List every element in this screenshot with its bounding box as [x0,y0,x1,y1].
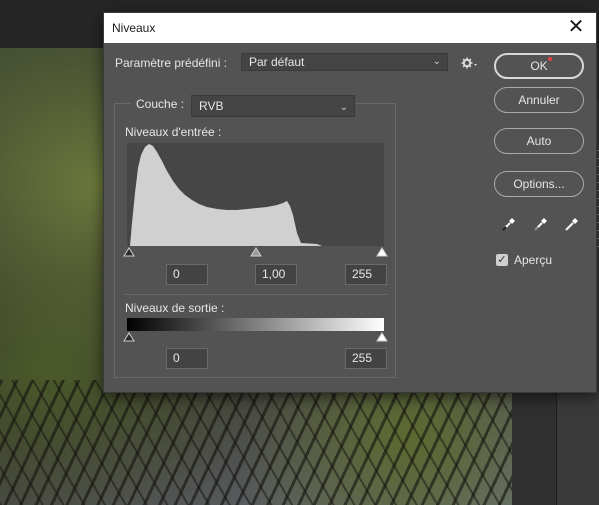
input-white-field[interactable]: 255 [345,264,387,285]
dialog-title: Niveaux [112,21,156,35]
auto-button[interactable]: Auto [494,128,584,154]
cancel-button[interactable]: Annuler [494,87,584,113]
output-black-handle [123,332,135,342]
close-icon[interactable]: ✕ [564,15,588,39]
channel-value: RVB [199,99,224,113]
output-levels-slider[interactable] [122,332,392,344]
input-white-handle [376,247,388,257]
output-black-field[interactable]: 0 [166,348,208,369]
preview-checkbox[interactable]: ✓ [496,254,508,266]
section-divider [124,294,388,295]
input-levels-slider[interactable] [122,247,392,259]
preset-value: Par défaut [249,55,305,69]
ok-button-label: OK [530,59,548,73]
input-gamma-field[interactable]: 1,00 [255,264,297,285]
levels-dialog: Niveaux ✕ Paramètre prédéfini : Par défa… [103,12,597,393]
input-gamma-handle [250,247,262,257]
input-black-handle [123,247,135,257]
chevron-down-icon: ⌄ [339,102,348,113]
histogram-graph [127,144,322,246]
dialog-titlebar[interactable]: Niveaux ✕ [104,13,596,43]
preset-select[interactable]: Par défaut ⌄ [241,53,448,71]
channel-label: Couche : [136,97,185,111]
output-levels-label: Niveaux de sortie : [125,301,225,315]
channel-row: Couche : [130,95,191,115]
output-white-handle [376,332,388,342]
canvas-photo-branches [0,380,512,505]
input-levels-label: Niveaux d'entrée : [125,125,222,139]
histogram [127,143,384,246]
focus-indicator [548,57,552,61]
output-white-field[interactable]: 255 [345,348,387,369]
preset-label: Paramètre prédéfini : [115,56,228,70]
channel-select[interactable]: RVB ⌄ [191,95,355,117]
input-black-field[interactable]: 0 [166,264,208,285]
output-gradient-bar [127,318,384,331]
preview-label: Aperçu [514,253,553,267]
options-button[interactable]: Options... [494,171,584,197]
gray-eyedropper-icon[interactable] [533,216,549,232]
black-eyedropper-icon[interactable] [501,216,517,232]
white-eyedropper-icon[interactable] [564,216,580,232]
ok-button[interactable]: OK [494,53,584,79]
chevron-down-icon: ⌄ [432,56,441,67]
gear-icon[interactable] [460,55,478,71]
